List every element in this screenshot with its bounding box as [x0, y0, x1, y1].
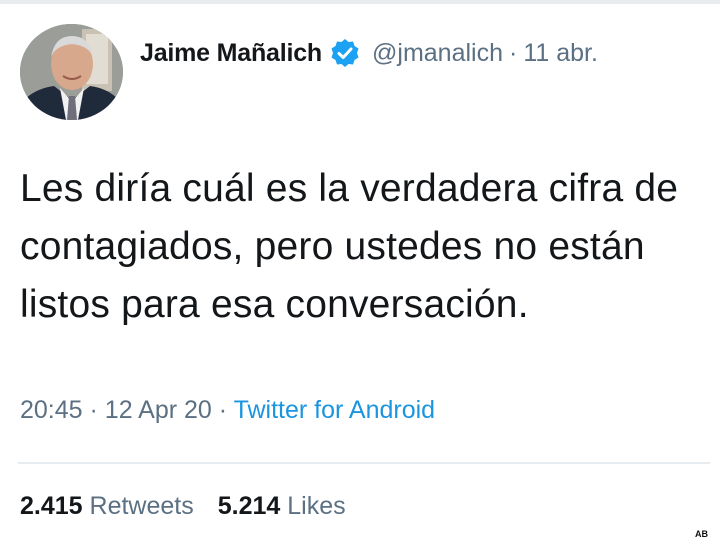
likes-count: 5.214	[217, 492, 281, 520]
retweets-count: 2.415	[20, 492, 83, 520]
tweet-stats: 2.415 Retweets 5.214 Likes	[20, 492, 346, 521]
tweet-source-link[interactable]: Twitter for Android	[234, 396, 435, 424]
likes-stat[interactable]: 5.214 Likes	[218, 492, 346, 520]
tweet-time[interactable]: 20:45	[20, 396, 83, 424]
tweet-text: Les diría cuál es la verdadera cifra de …	[20, 167, 679, 326]
retweets-label: Retweets	[89, 492, 194, 520]
tweet-header: Jaime Mañalich @jmanalich · 11 abr.	[140, 30, 598, 76]
meta-separator: ·	[89, 396, 98, 424]
top-border	[0, 0, 720, 4]
header-separator: ·	[509, 38, 518, 67]
likes-label: Likes	[287, 492, 346, 520]
retweets-stat[interactable]: 2.415 Retweets	[20, 492, 194, 520]
relative-date[interactable]: 11 abr.	[523, 39, 598, 68]
avatar[interactable]	[20, 24, 123, 120]
tweet-metadata: 20:45 · 12 Apr 20 · Twitter for Android	[20, 396, 435, 425]
author-handle[interactable]: @jmanalich	[372, 39, 503, 68]
author-name[interactable]: Jaime Mañalich	[140, 39, 322, 68]
divider	[18, 462, 710, 464]
watermark: AB	[695, 529, 708, 539]
tweet-date[interactable]: 12 Apr 20	[105, 396, 212, 424]
verified-badge-icon	[330, 38, 360, 68]
meta-separator: ·	[218, 396, 228, 424]
